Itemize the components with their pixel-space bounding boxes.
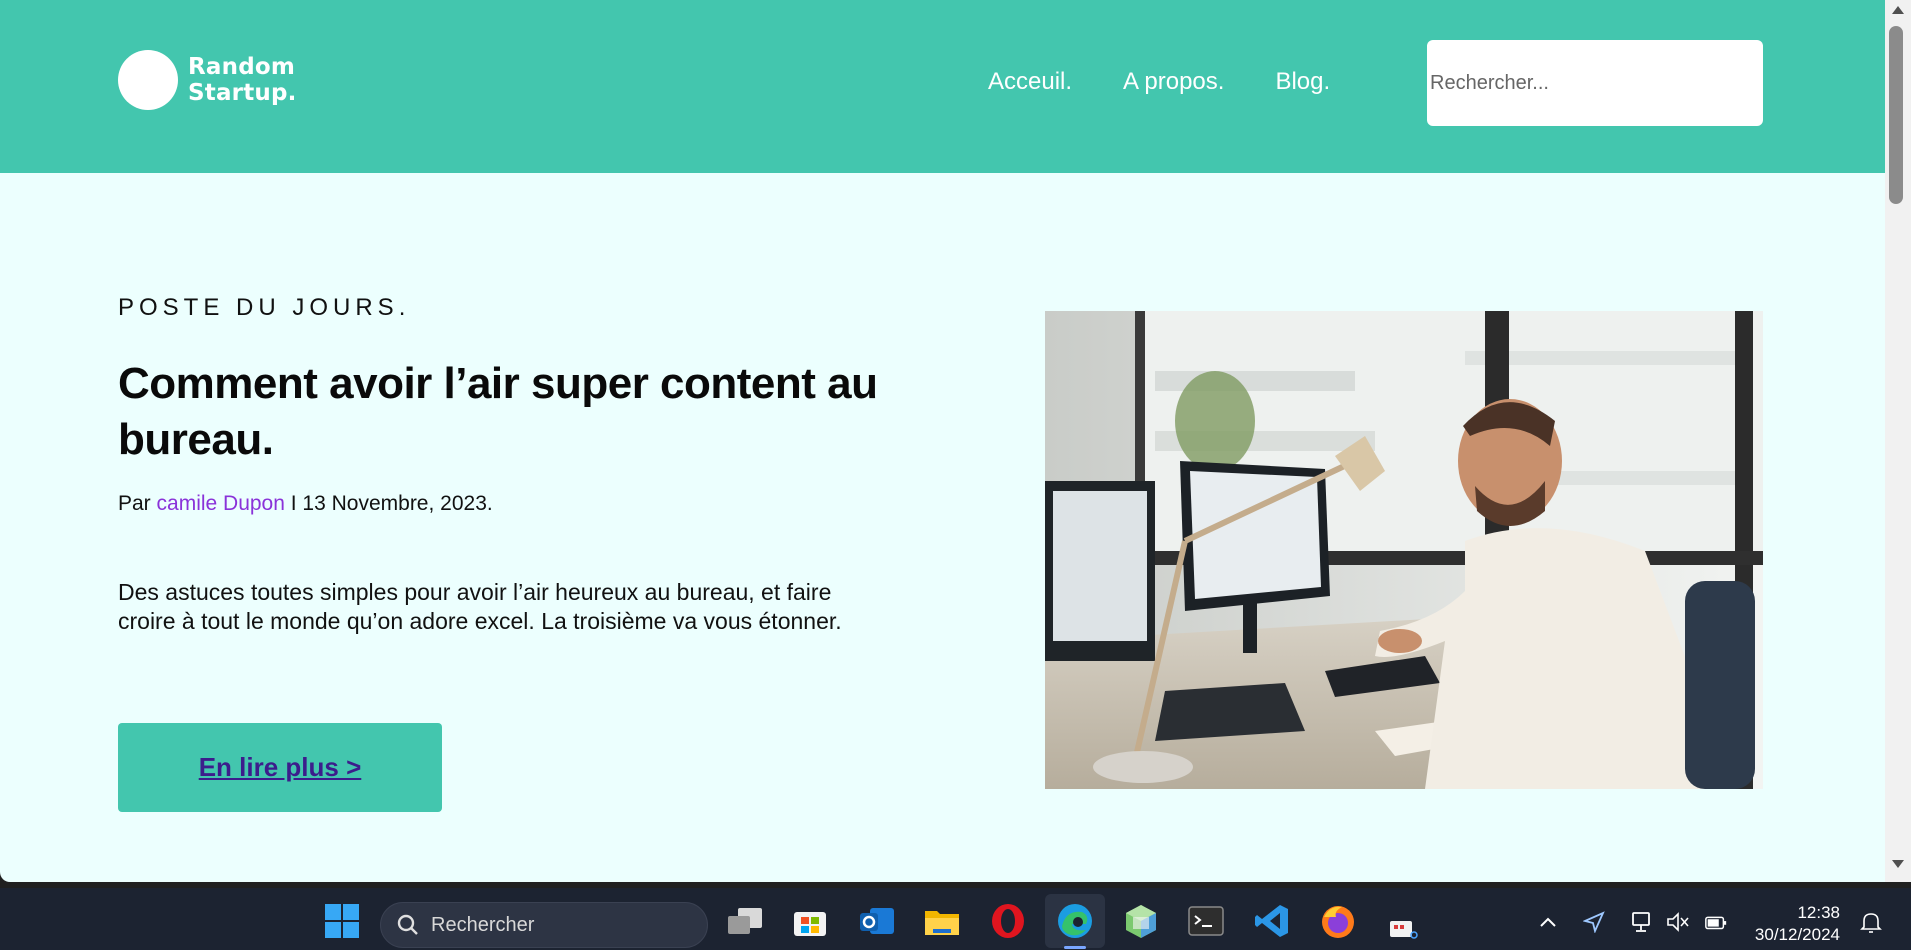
nav-link-acceuil[interactable]: Acceuil. bbox=[988, 68, 1072, 96]
byline-date: I 13 Novembre, 2023. bbox=[284, 492, 493, 515]
post-excerpt: Des astuces toutes simples pour avoir l’… bbox=[118, 579, 842, 634]
logo-text: Random Startup. bbox=[188, 54, 297, 106]
read-more-link[interactable]: En lire plus > bbox=[199, 752, 362, 783]
page-scrollbar[interactable] bbox=[1885, 0, 1911, 882]
edge-icon[interactable] bbox=[1055, 901, 1095, 941]
active-app-indicator bbox=[1064, 946, 1086, 949]
firefox-icon[interactable] bbox=[1318, 901, 1358, 941]
clock-date: 30/12/2024 bbox=[1754, 925, 1840, 944]
opera-icon[interactable] bbox=[988, 901, 1028, 941]
post-byline: Par camile Dupon I 13 Novembre, 2023. bbox=[118, 492, 493, 516]
scroll-thumb[interactable] bbox=[1889, 26, 1903, 204]
chevron-up-icon[interactable] bbox=[1536, 910, 1560, 934]
nav-link-blog[interactable]: Blog. bbox=[1275, 68, 1330, 96]
clock-time: 12:38 bbox=[1797, 903, 1840, 922]
site-header: Random Startup. Acceuil. A propos. Blog. bbox=[0, 0, 1885, 173]
taskbar-search-box[interactable]: Rechercher bbox=[380, 902, 708, 948]
outlook-icon[interactable] bbox=[857, 901, 897, 941]
logo-line-2: Startup. bbox=[188, 80, 297, 106]
windows-start-icon[interactable] bbox=[322, 901, 362, 941]
network-icon[interactable] bbox=[1630, 910, 1654, 934]
office-photo-illustration bbox=[1045, 311, 1763, 789]
main-nav: Acceuil. A propos. Blog. bbox=[988, 68, 1330, 96]
logo-line-1: Random bbox=[188, 54, 296, 80]
file-explorer-icon[interactable] bbox=[922, 901, 962, 941]
post-hero-image bbox=[1045, 311, 1763, 789]
taskbar-clock[interactable]: 12:38 30/12/2024 bbox=[1748, 902, 1840, 946]
site-search-input[interactable] bbox=[1427, 40, 1763, 126]
logo-circle-icon bbox=[118, 50, 178, 110]
author-link[interactable]: camile Dupon bbox=[157, 492, 285, 515]
vscode-icon[interactable] bbox=[1252, 901, 1292, 941]
terminal-icon[interactable] bbox=[1186, 901, 1226, 941]
3d-box-app-icon[interactable] bbox=[1121, 901, 1161, 941]
task-view-icon[interactable] bbox=[725, 901, 765, 941]
post-title: Comment avoir l’air super content au bur… bbox=[118, 359, 878, 464]
scroll-down-arrow-icon[interactable] bbox=[1892, 860, 1904, 868]
browser-viewport: Random Startup. Acceuil. A propos. Blog.… bbox=[0, 0, 1885, 882]
read-more-button[interactable]: En lire plus > bbox=[118, 723, 442, 812]
site-logo[interactable]: Random Startup. bbox=[118, 50, 297, 110]
byline-prefix: Par bbox=[118, 492, 157, 515]
scroll-up-arrow-icon[interactable] bbox=[1892, 6, 1904, 14]
post-kicker: POSTE DU JOURS. bbox=[118, 294, 411, 321]
nav-link-a-propos[interactable]: A propos. bbox=[1123, 68, 1224, 96]
search-icon bbox=[397, 914, 418, 935]
notification-bell-icon[interactable] bbox=[1859, 910, 1883, 934]
battery-icon[interactable] bbox=[1704, 910, 1728, 934]
windows-taskbar: Rechercher 12:38 30/12/2024 bbox=[0, 888, 1911, 950]
microsoft-store-icon[interactable] bbox=[790, 901, 830, 941]
location-icon[interactable] bbox=[1582, 910, 1606, 934]
taskbar-search-label: Rechercher bbox=[431, 913, 535, 936]
volume-muted-icon[interactable] bbox=[1666, 910, 1690, 934]
snipping-tool-icon[interactable] bbox=[1382, 901, 1422, 941]
